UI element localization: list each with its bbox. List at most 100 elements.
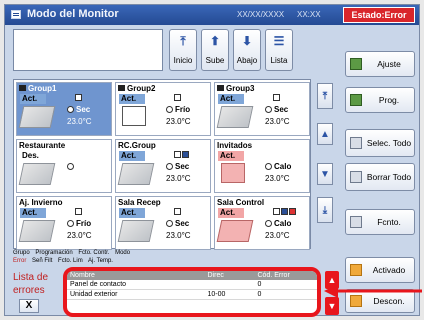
arrow-up-icon: ⬆ <box>209 34 221 48</box>
group-icon <box>19 85 26 91</box>
inicio-button[interactable]: ⤒ Inicio <box>169 29 197 71</box>
fan-unit-icon <box>221 163 245 183</box>
error-scroll-down-button[interactable]: ▼ <box>325 297 339 315</box>
on-icon <box>350 264 362 276</box>
group-tile[interactable]: Sala Control Act. Calo 23.0°C <box>214 196 310 250</box>
sube-button[interactable]: ⬆ Sube <box>201 29 229 71</box>
fcnto-button[interactable]: Fcnto. <box>345 209 415 235</box>
state-badge: Act. <box>218 94 244 104</box>
state-badge: Des. <box>20 151 46 161</box>
group-grid: Group1 Act. Sec 23.0°C Group2 Act. Frío … <box>13 79 311 250</box>
mode-icon <box>67 220 74 227</box>
error-table: Nombre Direc Cód. Error Panel de contact… <box>67 271 317 300</box>
title-bar: Modo del Monitor XX/XX/XXXX XX:XX Estado… <box>5 5 419 25</box>
arrow-down-bottom-icon: ⤓ <box>322 205 328 216</box>
group-tile[interactable]: RC.Group Act. Sec 23.0°C <box>115 139 211 193</box>
control-indicator-icon <box>281 208 288 215</box>
temperature-label: 23.0°C <box>166 117 191 126</box>
state-badge: Act. <box>218 208 244 218</box>
ajuste-button[interactable]: Ajuste <box>345 51 415 77</box>
group-tile[interactable]: Sala Recep Act. Sec 23.0°C <box>115 196 211 250</box>
group-tile[interactable]: Restaurante Des. <box>16 139 112 193</box>
group-tile[interactable]: Invitados Act. Calo 23.0°C <box>214 139 310 193</box>
table-row[interactable]: Unidad exterior 10-00 0 <box>67 289 317 300</box>
monitor-icon <box>11 10 21 19</box>
mode-icon <box>166 220 173 227</box>
table-row[interactable]: Panel de contacto 0 <box>67 280 317 290</box>
mode-icon <box>166 163 173 170</box>
time-display: XX:XX <box>297 10 321 19</box>
control-indicator-icon <box>182 151 189 158</box>
ceiling-unit-icon <box>18 163 56 185</box>
clear-all-icon <box>350 171 362 183</box>
mode-icon <box>265 220 272 227</box>
temperature-label: 23.0°C <box>265 174 290 183</box>
settings-icon <box>350 58 362 70</box>
state-badge: Act. <box>20 94 46 104</box>
fan-unit-icon <box>122 106 146 126</box>
monitor-screen: Modo del Monitor XX/XX/XXXX XX:XX Estado… <box>4 4 420 317</box>
arrow-up-top-icon: ⤒ <box>322 91 328 102</box>
column-header: Cód. Error <box>254 271 317 280</box>
schedule-indicator-icon <box>75 94 82 101</box>
schedule-indicator-icon <box>273 94 280 101</box>
temperature-label: 23.0°C <box>67 231 92 240</box>
arrow-up-icon: ▲ <box>320 129 330 140</box>
error-list-panel: Nombre Direc Cód. Error Panel de contact… <box>63 267 321 317</box>
scroll-up-button[interactable]: ▲ <box>317 123 333 145</box>
state-badge: Act. <box>119 151 145 161</box>
table-header-row: Nombre Direc Cód. Error <box>67 271 317 280</box>
group-tile[interactable]: Group2 Act. Frío 23.0°C <box>115 82 211 136</box>
operation-icon <box>350 216 362 228</box>
status-error-button[interactable]: Estado:Error <box>343 7 415 23</box>
error-list-title: Lista de errores <box>13 272 49 296</box>
schedule-indicator-icon <box>174 151 181 158</box>
scroll-top-button[interactable]: ⤒ <box>317 83 333 109</box>
state-badge: Act. <box>20 208 46 218</box>
mode-icon <box>166 106 173 113</box>
temperature-label: 23.0°C <box>265 231 290 240</box>
temperature-label: 23.0°C <box>166 231 191 240</box>
group-icon <box>118 85 125 91</box>
state-badge: Act. <box>119 208 145 218</box>
ceiling-unit-icon <box>216 220 254 242</box>
group-tile[interactable]: Aj. Invierno Act. Frío 23.0°C <box>16 196 112 250</box>
window-title: Modo del Monitor <box>27 8 119 20</box>
mode-icon <box>67 163 74 170</box>
mode-icon <box>265 106 272 113</box>
wall-unit-icon <box>216 106 254 128</box>
temperature-label: 23.0°C <box>166 174 191 183</box>
clear-all-button[interactable]: Borrar Todo <box>345 163 415 191</box>
list-icon: ☰ <box>273 34 285 48</box>
column-header: Direc <box>204 271 255 280</box>
date-display: XX/XX/XXXX <box>237 10 285 19</box>
schedule-icon <box>350 94 362 106</box>
group-tile[interactable]: Group1 Act. Sec 23.0°C <box>16 82 112 136</box>
select-all-icon <box>350 137 362 149</box>
group-tile[interactable]: Group3 Act. Sec 23.0°C <box>214 82 310 136</box>
annotation-arrow-icon <box>324 284 422 298</box>
column-header: Nombre <box>67 271 205 280</box>
group-icon <box>217 85 224 91</box>
temperature-label: 23.0°C <box>265 117 290 126</box>
scroll-down-button[interactable]: ▼ <box>317 163 333 185</box>
prog-button[interactable]: Prog. <box>345 87 415 113</box>
schedule-indicator-icon <box>174 94 181 101</box>
ceiling-unit-icon <box>18 220 56 242</box>
close-error-list-button[interactable]: X <box>19 299 39 313</box>
ceiling-unit-icon <box>117 220 155 242</box>
lista-button[interactable]: ☰ Lista <box>265 29 293 71</box>
state-badge: Act. <box>218 151 244 161</box>
mode-icon <box>67 106 74 113</box>
arrow-down-icon: ▼ <box>320 169 330 180</box>
icon-legend: Grupo Programación Fcto. Contr. Modo Err… <box>13 250 131 264</box>
select-all-button[interactable]: Selec. Todo <box>345 129 415 157</box>
mode-icon <box>265 163 272 170</box>
error-indicator-icon <box>289 208 296 215</box>
ceiling-unit-icon <box>18 106 56 128</box>
scroll-bottom-button[interactable]: ⤓ <box>317 197 333 223</box>
abajo-button[interactable]: ⬇ Abajo <box>233 29 261 71</box>
ceiling-unit-icon <box>117 163 155 185</box>
temperature-label: 23.0°C <box>67 117 92 126</box>
activado-button[interactable]: Activado <box>345 257 415 283</box>
